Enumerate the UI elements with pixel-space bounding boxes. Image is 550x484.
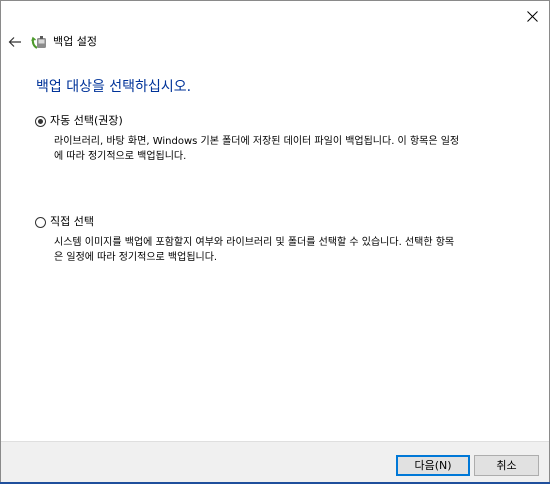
option-automatic: 자동 선택(권장) 라이브러리, 바탕 화면, Windows 기본 폴더에 저… [35,114,515,164]
radio-manual-indicator[interactable] [35,216,46,228]
close-icon [526,10,538,22]
back-arrow-icon [8,37,21,47]
option-manual-description: 시스템 이미지를 백업에 포함할지 여부와 라이브러리 및 폴더를 선택할 수 … [54,235,518,265]
page-heading: 백업 대상을 선택하십시오. [36,79,192,95]
next-button[interactable]: 다음(N) [396,455,470,476]
option-automatic-desc-line1: 라이브러리, 바탕 화면, Windows 기본 폴더에 저장된 데이터 파일이… [54,136,460,147]
option-automatic-desc-line2: 에 따라 정기적으로 백업됩니다. [54,151,187,162]
footer-bar: 다음(N) 취소 [1,441,549,483]
cancel-button[interactable]: 취소 [474,455,539,476]
backup-settings-window: 백업 설정 백업 대상을 선택하십시오. 자동 선택(권장) 라이브러리, 바탕… [0,0,550,484]
window-title: 백업 설정 [53,35,97,48]
back-button[interactable] [5,32,25,52]
option-manual-desc-line2: 은 일정에 따라 정기적으로 백업됩니다. [54,252,218,263]
backup-settings-icon [31,36,46,49]
option-manual-desc-line1: 시스템 이미지를 백업에 포함할지 여부와 라이브러리 및 폴더를 선택할 수 … [54,237,455,248]
close-button[interactable] [515,1,549,31]
radio-automatic[interactable]: 자동 선택(권장) [35,114,515,128]
option-manual-label[interactable]: 직접 선택 [50,215,94,229]
radio-automatic-indicator[interactable] [35,115,46,127]
option-manual: 직접 선택 시스템 이미지를 백업에 포함할지 여부와 라이브러리 및 폴더를 … [35,215,515,265]
radio-manual[interactable]: 직접 선택 [35,215,515,229]
option-automatic-description: 라이브러리, 바탕 화면, Windows 기본 폴더에 저장된 데이터 파일이… [54,134,518,164]
option-automatic-label[interactable]: 자동 선택(권장) [50,114,123,128]
